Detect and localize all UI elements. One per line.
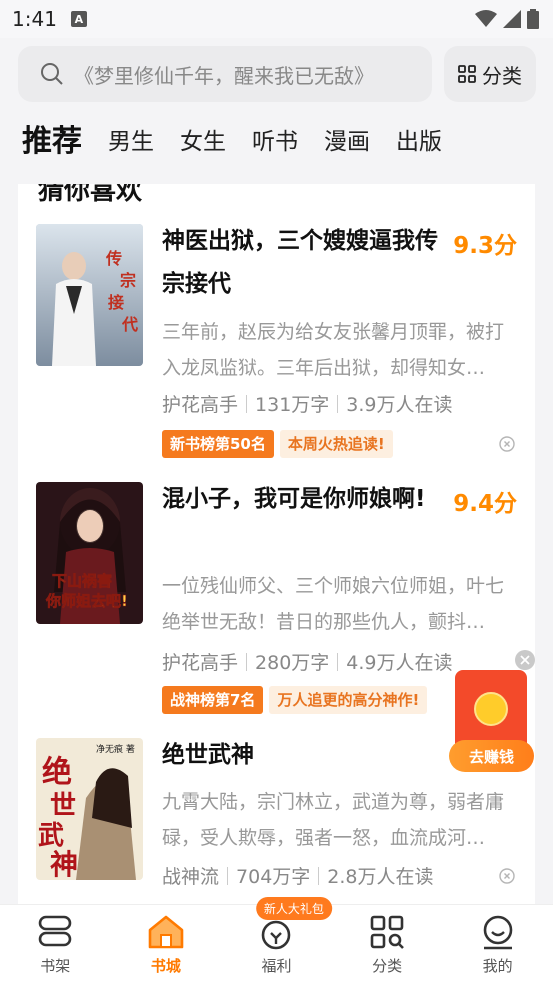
divider — [337, 652, 339, 671]
book-words: 280万字 — [255, 652, 330, 674]
svg-text:宗: 宗 — [120, 271, 136, 290]
search-input[interactable]: 《梦里修仙千年，醒来我已无敌》 — [18, 46, 432, 102]
divider — [318, 866, 320, 885]
search-icon — [41, 63, 63, 85]
nav-category[interactable]: 分类 — [332, 905, 443, 984]
grid-search-icon — [370, 915, 404, 949]
book-words: 131万字 — [255, 394, 330, 416]
tab-male[interactable]: 男生 — [108, 118, 154, 166]
book-cover[interactable]: 传 宗 接 代 — [36, 224, 143, 366]
category-button[interactable]: 分类 — [444, 46, 536, 102]
nav-label: 书架 — [40, 957, 71, 975]
divider — [246, 652, 248, 671]
nav-welfare[interactable]: 新人大礼包 福利 — [221, 897, 332, 984]
dismiss-icon[interactable] — [499, 436, 515, 452]
section-title: 猜你喜欢 — [38, 184, 143, 206]
rank-tag: 战神榜第7名 — [162, 686, 264, 714]
book-description: 三年前，赵辰为给女友张馨月顶罪，被打入龙凤监狱。三年后出狱，却得知女… — [162, 321, 505, 379]
tab-audiobook[interactable]: 听书 — [252, 118, 298, 166]
book-meta: 战神流 704万字 2.8万人在读 — [162, 862, 434, 889]
divider — [227, 866, 229, 885]
earn-money-widget[interactable]: 去赚钱 — [449, 648, 539, 776]
book-title: 混小子，我可是你师娘啊! — [162, 486, 426, 512]
svg-text:绝: 绝 — [42, 755, 72, 790]
svg-text:下山祸害: 下山祸害 — [52, 572, 112, 590]
nav-label: 福利 — [261, 957, 292, 975]
earn-money-button[interactable]: 去赚钱 — [449, 740, 534, 772]
signal-icon — [503, 10, 521, 28]
tab-female[interactable]: 女生 — [180, 118, 226, 166]
book-meta: 护花高手 280万字 4.9万人在读 — [162, 648, 453, 675]
tab-comic[interactable]: 漫画 — [324, 118, 370, 166]
nav-label: 我的 — [482, 957, 513, 975]
nav-label: 分类 — [372, 957, 403, 975]
cover-author: 净无痕 著 — [96, 743, 135, 755]
svg-text:接: 接 — [108, 293, 124, 312]
book-title: 绝世武神 — [162, 742, 254, 768]
dismiss-icon[interactable] — [499, 868, 515, 884]
hot-tag: 万人追更的高分神作! — [269, 686, 428, 714]
book-score: 9.3分 — [453, 233, 517, 259]
book-readers: 2.8万人在读 — [327, 866, 434, 888]
svg-text:世: 世 — [50, 791, 76, 821]
grid-icon — [458, 65, 476, 83]
nav-bookshelf[interactable]: 书架 — [0, 905, 111, 984]
new-user-badge: 新人大礼包 — [255, 897, 332, 920]
nav-bookstore[interactable]: 书城 — [111, 905, 222, 984]
svg-text:你师姐去吧!: 你师姐去吧! — [45, 592, 128, 610]
book-cover[interactable]: 绝 世 武 神 净无痕 著 — [36, 738, 143, 880]
book-category: 战神流 — [162, 866, 220, 888]
recommend-list: 猜你喜欢 传 宗 接 代 神医出狱，三个嫂嫂逼我传宗接代 9.3分 三年前，赵辰… — [18, 184, 535, 904]
nav-label: 书城 — [150, 957, 181, 975]
svg-text:代: 代 — [121, 315, 138, 334]
hot-tag: 本周火热追读! — [279, 430, 393, 458]
rank-tag: 新书榜第50名 — [162, 430, 274, 458]
book-category: 护花高手 — [162, 394, 239, 416]
book-score: 9.4分 — [453, 491, 517, 517]
divider — [337, 394, 339, 413]
status-time: 1:41 — [12, 7, 57, 31]
wifi-icon — [475, 10, 497, 27]
svg-text:武: 武 — [38, 821, 64, 851]
status-bar: 1:41 A — [0, 0, 553, 38]
divider — [246, 394, 248, 413]
search-row: 《梦里修仙千年，醒来我已无敌》 分类 — [18, 46, 536, 102]
bookshelf-icon — [38, 915, 72, 947]
battery-icon — [527, 9, 539, 29]
nav-mine[interactable]: 我的 — [442, 905, 553, 984]
close-icon[interactable] — [515, 650, 535, 670]
notification-icon: A — [70, 11, 87, 27]
category-label: 分类 — [482, 63, 522, 88]
book-item[interactable]: 传 宗 接 代 神医出狱，三个嫂嫂逼我传宗接代 9.3分 三年前，赵辰为给女友张… — [18, 224, 535, 464]
book-words: 704万字 — [236, 866, 311, 888]
bottom-nav: 书架 书城 新人大礼包 福利 分类 我的 — [0, 897, 553, 984]
book-category: 护花高手 — [162, 652, 239, 674]
book-title: 神医出狱，三个嫂嫂逼我传宗接代 — [162, 228, 438, 297]
book-tags: 新书榜第50名 本周火热追读! — [162, 430, 393, 458]
channel-tabs: 推荐 男生 女生 听书 漫画 出版 — [22, 118, 442, 166]
smile-icon — [483, 915, 512, 950]
svg-text:传: 传 — [105, 249, 122, 268]
book-readers: 3.9万人在读 — [346, 394, 453, 416]
book-tags: 战神榜第7名 万人追更的高分神作! — [162, 686, 428, 714]
home-icon — [148, 915, 184, 949]
book-meta: 护花高手 131万字 3.9万人在读 — [162, 390, 453, 417]
book-cover[interactable]: 下山祸害 你师姐去吧! — [36, 482, 143, 624]
tab-publish[interactable]: 出版 — [396, 118, 442, 166]
coin-icon — [474, 692, 508, 726]
tab-recommend[interactable]: 推荐 — [22, 118, 82, 166]
book-description: 一位残仙师父、三个师娘六位师姐，叶七绝举世无敌！昔日的那些仇人，颤抖… — [162, 575, 505, 633]
svg-text:神: 神 — [50, 848, 78, 880]
book-readers: 4.9万人在读 — [346, 652, 453, 674]
book-description: 九霄大陆，宗门林立，武道为尊，弱者庸碌，受人欺辱，强者一怒，血流成河… — [162, 791, 505, 849]
search-placeholder: 《梦里修仙千年，醒来我已无敌》 — [74, 63, 374, 88]
